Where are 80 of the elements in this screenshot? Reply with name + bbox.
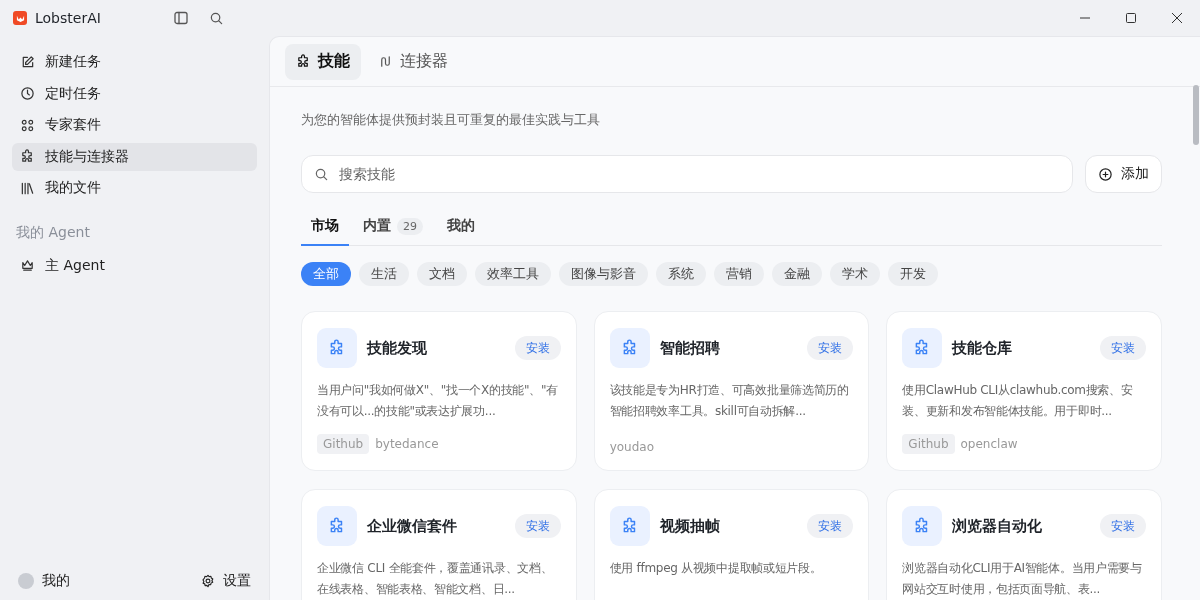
skill-card[interactable]: 智能招聘 安装 该技能是专为HR打造、可高效批量筛选简历的智能招聘效率工具。skill可自动拆解... youdao <box>593 311 870 471</box>
source-tag: Github <box>317 434 370 454</box>
source-tag: Github <box>902 434 955 454</box>
author-name: bytedance <box>375 437 439 451</box>
edit-icon <box>20 54 35 70</box>
plus-circle-icon <box>1098 166 1113 182</box>
category-chip[interactable]: 生活 <box>359 262 409 286</box>
settings-button[interactable]: 设置 <box>201 572 251 590</box>
tab[interactable]: 内置 29 <box>353 208 433 246</box>
sidebar-toggle-icon <box>173 10 189 26</box>
subtitle: 为您的智能体提供预封装且可重复的最佳实践与工具 <box>301 111 601 129</box>
app-logo-icon <box>13 11 27 25</box>
settings-icon <box>201 574 215 588</box>
puzzle-icon <box>609 506 650 546</box>
skill-card[interactable]: 视频抽帧 安装 使用 ffmpeg 从视频中提取帧或短片段。 <box>593 489 870 600</box>
category-chip[interactable]: 营销 <box>714 262 764 286</box>
sidebar-item[interactable]: 新建任务 <box>12 48 257 76</box>
puzzle-icon <box>317 506 357 546</box>
category-chip[interactable]: 全部 <box>301 262 351 286</box>
skill-title: 技能发现 <box>367 338 428 358</box>
add-button[interactable]: 添加 <box>1085 155 1162 193</box>
search-icon <box>209 10 224 26</box>
author-name: openclaw <box>960 437 1018 451</box>
tab[interactable]: 我的 <box>437 208 485 246</box>
puzzle-icon <box>296 54 311 69</box>
count-badge: 29 <box>397 217 423 235</box>
skill-description: 企业微信 CLI 全能套件，覆盖通讯录、文档、在线表格、智能表格、智能文档、日... <box>317 560 554 598</box>
sidebar-item[interactable]: 技能与连接器 <box>12 142 257 171</box>
sidebar-item[interactable]: 我的文件 <box>12 174 257 202</box>
puzzle-icon <box>902 328 943 368</box>
skill-card[interactable]: 技能发现 安装 当用户问"我如何做X"、"找一个X的技能"、"有没有可以...的技能"或表达扩展功... Github bytedance <box>301 311 577 471</box>
skill-card[interactable]: 技能仓库 安装 使用ClawHub CLI从clawhub.com搜索、安装、更新和发布智能体技能。用于即时... Github openclaw <box>886 311 1162 471</box>
search-icon <box>314 166 329 182</box>
avatar-icon <box>18 573 34 589</box>
profile-button[interactable]: 我的 <box>18 572 70 590</box>
connector-icon <box>378 54 393 69</box>
skill-title: 技能仓库 <box>952 338 1014 358</box>
install-button[interactable]: 安装 <box>807 514 854 538</box>
install-button[interactable]: 安装 <box>514 514 561 538</box>
header-tab[interactable]: 技能 <box>285 43 361 80</box>
scrollbar-thumb[interactable] <box>1193 85 1199 145</box>
category-chip[interactable]: 效率工具 <box>475 262 551 286</box>
skill-card[interactable]: 浏览器自动化 安装 浏览器自动化CLI用于AI智能体。当用户需要与网站交互时使用，包括页面导航、表... <box>886 489 1162 600</box>
category-chip[interactable]: 学术 <box>830 262 880 286</box>
puzzle-icon <box>609 328 650 368</box>
install-button[interactable]: 安装 <box>514 336 561 360</box>
category-chip[interactable]: 开发 <box>888 262 938 286</box>
search-field[interactable]: 搜索技能 <box>301 155 1073 193</box>
sidebar-item[interactable]: 定时任务 <box>12 79 257 108</box>
skill-description: 该技能是专为HR打造、可高效批量筛选简历的智能招聘效率工具。skill可自动拆解... <box>609 382 850 420</box>
puzzle-icon <box>317 328 357 368</box>
sidebar-item[interactable]: 专家套件 <box>12 111 257 139</box>
tab[interactable]: 市场 <box>301 208 349 246</box>
category-chip[interactable]: 金融 <box>772 262 822 286</box>
author-name: youdao <box>609 440 655 454</box>
install-button[interactable]: 安装 <box>807 336 854 360</box>
skill-description: 使用 ffmpeg 从视频中提取帧或短片段。 <box>609 560 823 577</box>
skill-description: 浏览器自动化CLI用于AI智能体。当用户需要与网站交互时使用，包括页面导航、表... <box>902 560 1143 598</box>
skill-title: 企业微信套件 <box>367 516 458 536</box>
puzzle-icon <box>902 506 943 546</box>
skill-description: 使用ClawHub CLI从clawhub.com搜索、安装、更新和发布智能体技能。用于即时... <box>902 382 1134 420</box>
search-input[interactable]: 搜索技能 <box>337 165 1060 183</box>
install-button[interactable]: 安装 <box>1100 336 1146 360</box>
skill-title: 视频抽帧 <box>659 516 721 536</box>
books-icon <box>20 180 35 196</box>
section-title: 我的 Agent <box>16 223 91 242</box>
skill-description: 当用户问"我如何做X"、"找一个X的技能"、"有没有可以...的技能"或表达扩展功... <box>317 382 559 420</box>
agent-item[interactable]: 主 Agent <box>12 251 257 280</box>
skill-card[interactable]: 企业微信套件 安装 企业微信 CLI 全能套件，覆盖通讯录、文档、在线表格、智能表格、智能文档、日... <box>301 489 577 600</box>
header-tab[interactable]: 连接器 <box>367 43 459 80</box>
grid-icon <box>20 117 35 133</box>
category-chip[interactable]: 图像与影音 <box>559 262 648 286</box>
category-chip[interactable]: 文档 <box>417 262 467 286</box>
clock-icon <box>20 86 35 101</box>
category-chip[interactable]: 系统 <box>656 262 706 286</box>
install-button[interactable]: 安装 <box>1100 514 1146 538</box>
skill-title: 智能招聘 <box>659 338 721 358</box>
skill-title: 浏览器自动化 <box>952 516 1044 536</box>
puzzle-icon <box>20 149 35 164</box>
app-title: LobsterAI <box>35 10 101 26</box>
